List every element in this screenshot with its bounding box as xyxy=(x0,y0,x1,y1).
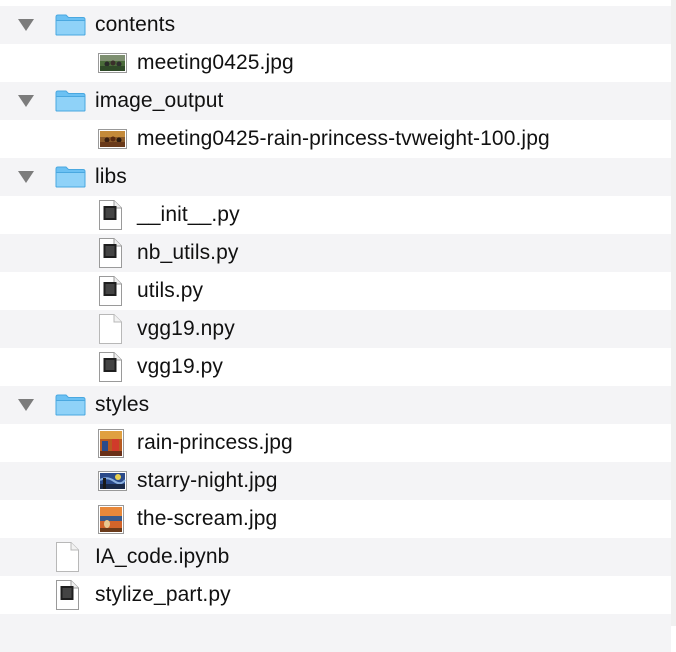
tree-row-file[interactable]: meeting0425.jpg xyxy=(0,44,671,82)
file-name: utils.py xyxy=(137,279,204,302)
file-name: meeting0425-rain-princess-tvweight-100.j… xyxy=(137,127,550,150)
disclosure-triangle-icon[interactable] xyxy=(18,399,34,411)
tree-row-file[interactable]: utils.py xyxy=(0,272,671,310)
file-name: starry-night.jpg xyxy=(137,469,278,492)
file-name: vgg19.npy xyxy=(137,317,235,340)
tree-row-file[interactable]: __init__.py xyxy=(0,196,671,234)
tree-row-file[interactable]: starry-night.jpg xyxy=(0,462,671,500)
tree-row-file[interactable]: vgg19.py xyxy=(0,348,671,386)
file-name: rain-princess.jpg xyxy=(137,431,293,454)
tree-row-file[interactable]: stylize_part.py xyxy=(0,576,671,614)
python-file-icon xyxy=(98,352,122,382)
tree-row-file[interactable]: IA_code.ipynb xyxy=(0,538,671,576)
file-name: the-scream.jpg xyxy=(137,507,278,530)
python-file-icon xyxy=(98,276,122,306)
disclosure-triangle-icon[interactable] xyxy=(18,171,34,183)
file-name: __init__.py xyxy=(137,203,240,226)
folder-icon xyxy=(55,394,86,416)
folder-icon xyxy=(55,90,86,112)
file-name: nb_utils.py xyxy=(137,241,239,264)
file-name: IA_code.ipynb xyxy=(95,545,230,568)
disclosure-triangle-icon[interactable] xyxy=(18,19,34,31)
folder-icon xyxy=(55,166,86,188)
jpg-thumbnail-icon xyxy=(98,129,127,149)
file-name: meeting0425.jpg xyxy=(137,51,294,74)
painting-thumbnail-icon xyxy=(98,429,124,458)
painting-thumbnail-icon xyxy=(98,505,124,534)
tree-row-file[interactable]: vgg19.npy xyxy=(0,310,671,348)
file-name: libs xyxy=(95,165,127,188)
tree-row-file[interactable]: nb_utils.py xyxy=(0,234,671,272)
file-tree: contents meeting0425.jpg image_output me… xyxy=(0,6,671,652)
tree-row-file[interactable]: rain-princess.jpg xyxy=(0,424,671,462)
file-name: styles xyxy=(95,393,150,416)
folder-icon xyxy=(55,14,86,36)
python-file-icon xyxy=(55,580,79,610)
file-name: vgg19.py xyxy=(137,355,224,378)
blank-document-icon xyxy=(55,542,79,572)
blank-document-icon xyxy=(98,314,122,344)
file-name: contents xyxy=(95,13,176,36)
file-name: stylize_part.py xyxy=(95,583,231,606)
scrollbar-track[interactable] xyxy=(671,0,676,626)
python-file-icon xyxy=(98,200,122,230)
tree-row-folder-libs[interactable]: libs xyxy=(0,158,671,196)
empty-row xyxy=(0,614,671,652)
tree-row-file[interactable]: meeting0425-rain-princess-tvweight-100.j… xyxy=(0,120,671,158)
tree-row-folder-contents[interactable]: contents xyxy=(0,6,671,44)
jpg-thumbnail-icon xyxy=(98,53,127,73)
tree-row-file[interactable]: the-scream.jpg xyxy=(0,500,671,538)
disclosure-triangle-icon[interactable] xyxy=(18,95,34,107)
tree-row-folder-image-output[interactable]: image_output xyxy=(0,82,671,120)
tree-row-folder-styles[interactable]: styles xyxy=(0,386,671,424)
painting-thumbnail-icon xyxy=(98,471,127,491)
python-file-icon xyxy=(98,238,122,268)
file-name: image_output xyxy=(95,89,224,112)
